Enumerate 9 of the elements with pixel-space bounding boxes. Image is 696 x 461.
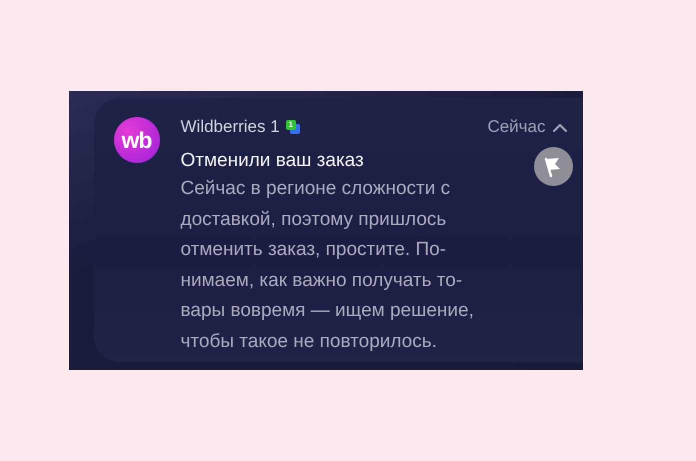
app-logo: wb — [114, 117, 160, 163]
notification-body: Сейчас в регионе сложности с доставкой, поэтому пришлось отменить заказ, простите. По- нимаем, как важно получать то- вары вовремя — ищем решение, чтобы такое не повторилось. — [180, 177, 475, 354]
notification-card[interactable] — [94, 98, 582, 362]
chevron-icon[interactable] — [552, 122, 566, 132]
notification-title: Отменили ваш заказ — [180, 150, 364, 172]
flag-button[interactable] — [534, 147, 572, 186]
app-name: Wildberries 1 — [180, 117, 280, 137]
notification-time: Сейчас — [487, 117, 546, 137]
flag-icon — [543, 156, 563, 178]
